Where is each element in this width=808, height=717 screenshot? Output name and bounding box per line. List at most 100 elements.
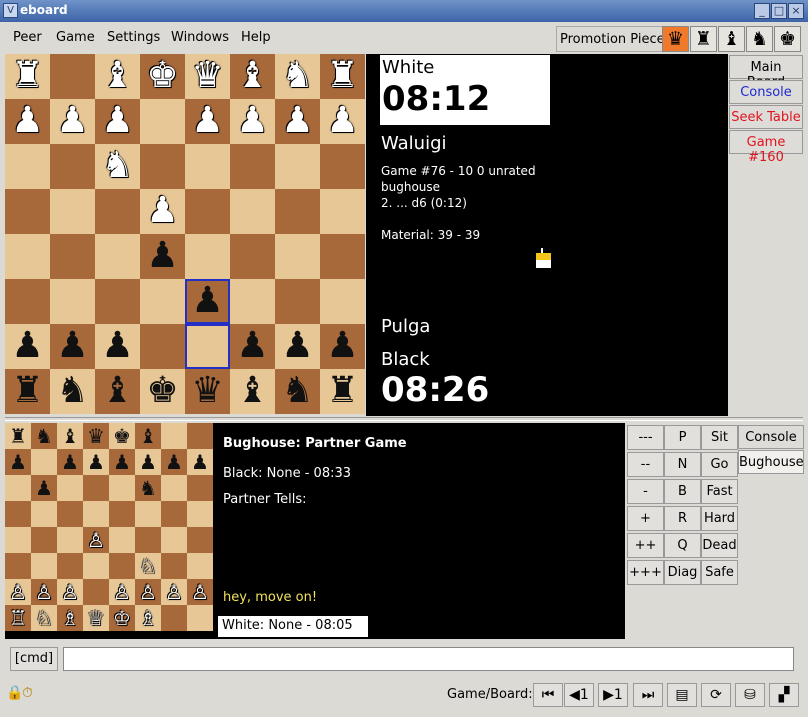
board-square[interactable] [5, 189, 50, 234]
keypad-button[interactable]: Q [664, 533, 701, 558]
menu-windows[interactable]: Windows [171, 30, 229, 45]
tab-seek-table[interactable]: Seek Table [729, 105, 803, 129]
board-square[interactable] [185, 189, 230, 234]
main-chess-board[interactable]: ♜ ♝ ♚ ♛ ♝ ♞ ♜ ♟ ♟ ♟ ♟ ♟ ♟ ♟ ♞ ♟ ♟ ♟ ♟ ♟ ♟ ♟ ♟ ♟ ♜ ♞ ♝ ♚ ♛ ♝ ♞ ♜ [5, 54, 366, 415]
chess-piece-square[interactable]: ♜ [5, 54, 50, 99]
promote-rook-button[interactable]: ♜ [690, 26, 717, 52]
keypad-button[interactable]: R [664, 506, 701, 531]
board-square[interactable] [50, 234, 95, 279]
keypad-button[interactable]: Diag [664, 560, 701, 585]
menu-game[interactable]: Game [56, 30, 95, 45]
board-square[interactable] [140, 99, 185, 144]
chess-piece-square[interactable]: ♟ [275, 99, 320, 144]
keypad-button[interactable]: --- [627, 425, 664, 450]
keypad-button[interactable]: ++ [627, 533, 664, 558]
promote-queen-button[interactable]: ♛ [662, 26, 689, 52]
board-square[interactable] [320, 189, 365, 234]
board-square[interactable] [95, 279, 140, 324]
tab-game-160[interactable]: Game #160 [729, 130, 803, 165]
chess-piece-square[interactable]: ♟ [140, 189, 185, 234]
board-settings-icon[interactable]: ▞ [769, 683, 799, 707]
chess-piece-square[interactable]: ♟ [5, 324, 50, 369]
board-square[interactable] [275, 189, 320, 234]
close-icon[interactable]: × [788, 3, 804, 19]
keypad-button[interactable]: Sit [701, 425, 738, 450]
keypad-button[interactable]: P [664, 425, 701, 450]
board-square[interactable] [95, 234, 140, 279]
chess-piece-square[interactable]: ♟ [95, 99, 140, 144]
chess-piece-square[interactable]: ♟ [50, 99, 95, 144]
keypad-button[interactable]: Fast [701, 479, 738, 504]
chess-piece-square[interactable]: ♜ [5, 369, 50, 414]
board-square[interactable] [275, 234, 320, 279]
menu-peer[interactable]: Peer [13, 30, 42, 45]
promote-bishop-button[interactable]: ♝ [718, 26, 745, 52]
chess-piece-square[interactable]: ♟ [185, 279, 230, 324]
menu-settings[interactable]: Settings [107, 30, 160, 45]
chess-piece-square[interactable]: ♟ [50, 324, 95, 369]
chess-piece-square[interactable]: ♟ [185, 99, 230, 144]
board-square[interactable] [50, 189, 95, 234]
chess-piece-square[interactable]: ♟ [275, 324, 320, 369]
board-square[interactable] [275, 279, 320, 324]
first-move-icon[interactable]: ⏮ [533, 683, 563, 707]
keypad-button[interactable]: Dead [701, 533, 738, 558]
board-square[interactable] [140, 324, 185, 369]
app-icon[interactable]: V [3, 3, 18, 18]
keypad-button[interactable]: + [627, 506, 664, 531]
minimize-icon[interactable]: _ [754, 3, 770, 19]
chess-piece-square[interactable]: ♝ [95, 54, 140, 99]
keypad-button[interactable]: Hard [701, 506, 738, 531]
move-list-icon[interactable]: ▤ [667, 683, 697, 707]
chess-piece-square[interactable]: ♟ [230, 99, 275, 144]
command-input[interactable] [63, 647, 794, 671]
board-square[interactable] [50, 144, 95, 189]
board-square[interactable] [320, 144, 365, 189]
board-square[interactable] [5, 234, 50, 279]
chess-piece-square[interactable]: ♞ [50, 369, 95, 414]
board-square[interactable] [185, 324, 230, 369]
chess-piece-square[interactable]: ♞ [95, 144, 140, 189]
chess-piece-square[interactable]: ♟ [230, 324, 275, 369]
chess-piece-square[interactable]: ♝ [95, 369, 140, 414]
flip-board-icon[interactable]: ⟳ [701, 683, 731, 707]
forward-one-icon[interactable]: ▶1 [598, 683, 628, 707]
chess-piece-square[interactable]: ♟ [95, 324, 140, 369]
tab-console-lower[interactable]: Console [738, 425, 804, 449]
menu-help[interactable]: Help [241, 30, 271, 45]
tab-main-board[interactable]: Main Board [729, 55, 803, 90]
board-square[interactable] [140, 144, 185, 189]
keypad-button[interactable]: B [664, 479, 701, 504]
board-square[interactable] [5, 279, 50, 324]
board-square[interactable] [230, 144, 275, 189]
chess-piece-square[interactable]: ♝ [230, 369, 275, 414]
board-square[interactable] [185, 234, 230, 279]
chess-piece-square[interactable]: ♞ [275, 54, 320, 99]
chess-piece-square[interactable]: ♜ [320, 54, 365, 99]
board-square[interactable] [185, 144, 230, 189]
tab-console[interactable]: Console [729, 80, 803, 104]
chess-piece-square[interactable]: ♟ [5, 99, 50, 144]
board-square[interactable] [95, 189, 140, 234]
maximize-icon[interactable]: □ [771, 3, 787, 19]
chess-piece-square[interactable]: ♜ [320, 369, 365, 414]
board-square[interactable] [275, 144, 320, 189]
keypad-button[interactable]: +++ [627, 560, 664, 585]
chess-piece-square[interactable]: ♚ [140, 369, 185, 414]
keypad-button[interactable]: Go [701, 452, 738, 477]
cmd-button[interactable]: [cmd] [10, 647, 58, 671]
board-square[interactable] [230, 189, 275, 234]
last-move-icon[interactable]: ⏭ [633, 683, 663, 707]
tab-bughouse[interactable]: Bughouse [738, 450, 804, 474]
board-square[interactable] [50, 279, 95, 324]
board-square[interactable] [140, 279, 185, 324]
chess-piece-square[interactable]: ♛ [185, 369, 230, 414]
trash-icon[interactable]: ⛁ [735, 683, 765, 707]
keypad-button[interactable]: Safe [701, 560, 738, 585]
keypad-button[interactable]: - [627, 479, 664, 504]
chess-piece-square[interactable]: ♟ [320, 324, 365, 369]
chess-piece-square[interactable]: ♟ [320, 99, 365, 144]
chess-piece-square[interactable]: ♞ [275, 369, 320, 414]
board-square[interactable] [320, 279, 365, 324]
keypad-button[interactable]: N [664, 452, 701, 477]
